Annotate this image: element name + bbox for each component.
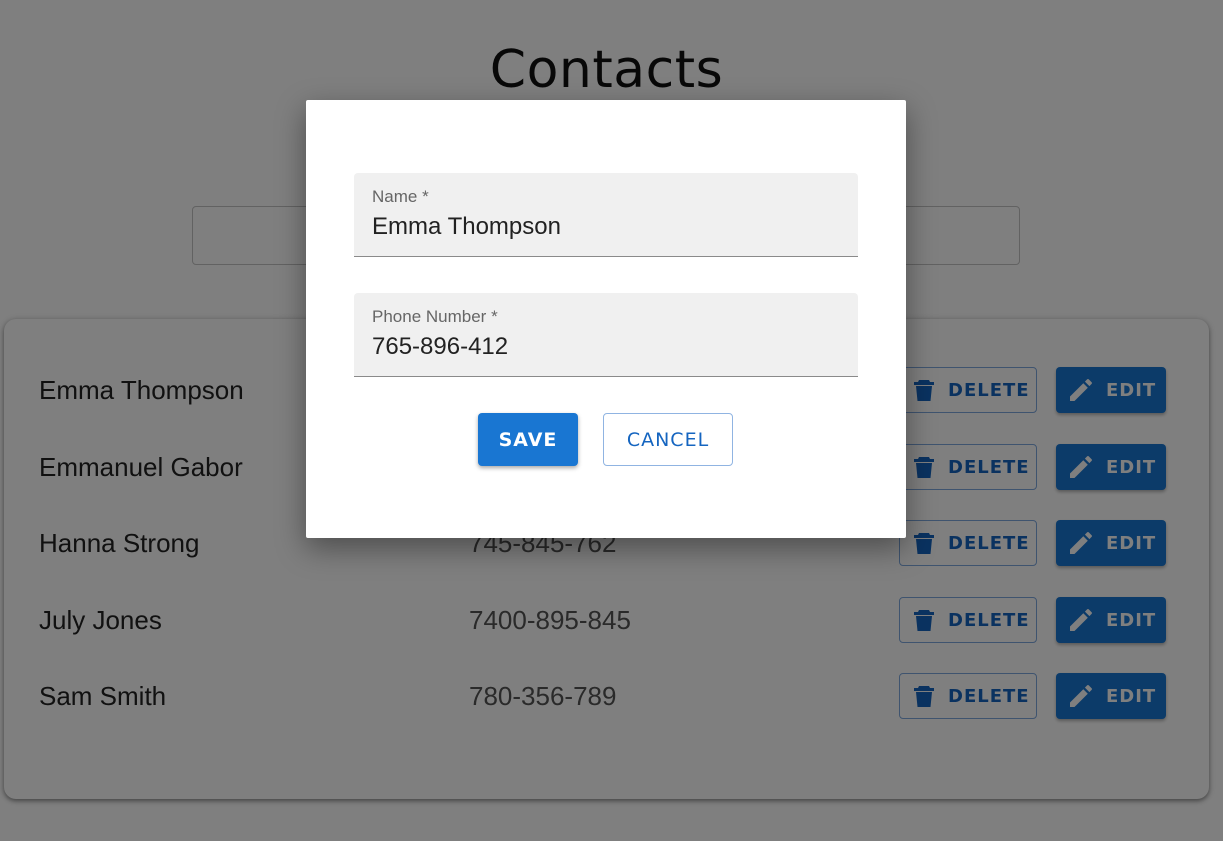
edit-contact-dialog: Name * Phone Number * SAVE CANCEL (306, 100, 906, 538)
name-field-label: Name * (372, 187, 429, 206)
name-input[interactable] (372, 213, 832, 241)
phone-field-label: Phone Number * (372, 307, 498, 326)
phone-input[interactable] (372, 333, 832, 361)
cancel-button[interactable]: CANCEL (603, 413, 733, 466)
name-field[interactable]: Name * (354, 173, 858, 257)
phone-field[interactable]: Phone Number * (354, 293, 858, 377)
save-button[interactable]: SAVE (478, 413, 578, 466)
